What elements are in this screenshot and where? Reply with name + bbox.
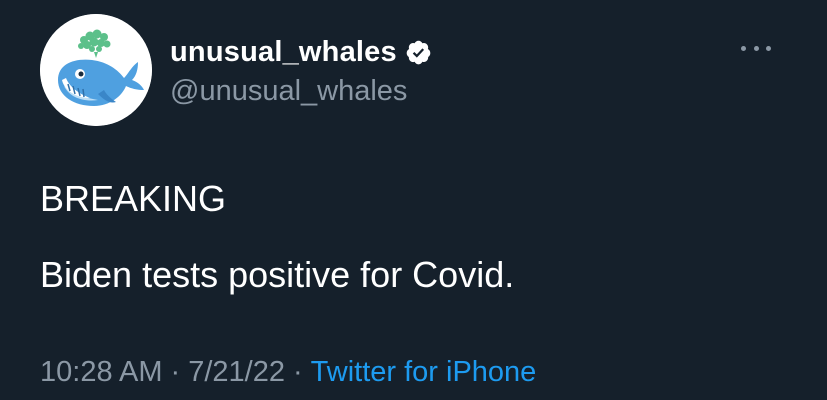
tweet-card: unusual_whales @unusual_whales BREAKING … xyxy=(0,0,827,400)
author-handle[interactable]: @unusual_whales xyxy=(170,75,407,108)
tweet-text-line: BREAKING xyxy=(40,178,227,219)
more-dot xyxy=(766,45,771,51)
more-options-icon[interactable] xyxy=(741,38,771,58)
more-dot xyxy=(753,45,759,51)
author-name-row[interactable]: unusual_whales xyxy=(170,32,432,72)
verified-badge-icon xyxy=(406,40,431,64)
tweet-source-link[interactable]: Twitter for iPhone xyxy=(311,356,537,388)
meta-separator: · xyxy=(292,356,303,388)
meta-separator: · xyxy=(170,356,181,388)
display-name[interactable]: unusual_whales xyxy=(170,36,397,69)
avatar[interactable] xyxy=(40,14,152,126)
tweet-date[interactable]: 7/21/22 xyxy=(188,356,285,388)
tweet-time[interactable]: 10:28 AM xyxy=(40,356,163,388)
tweet-meta: 10:28 AM · 7/21/22 · Twitter for iPhone xyxy=(40,356,536,389)
more-dot xyxy=(741,45,746,51)
tweet-text-line: Biden tests positive for Covid. xyxy=(40,254,515,295)
whale-avatar-icon xyxy=(40,14,152,126)
